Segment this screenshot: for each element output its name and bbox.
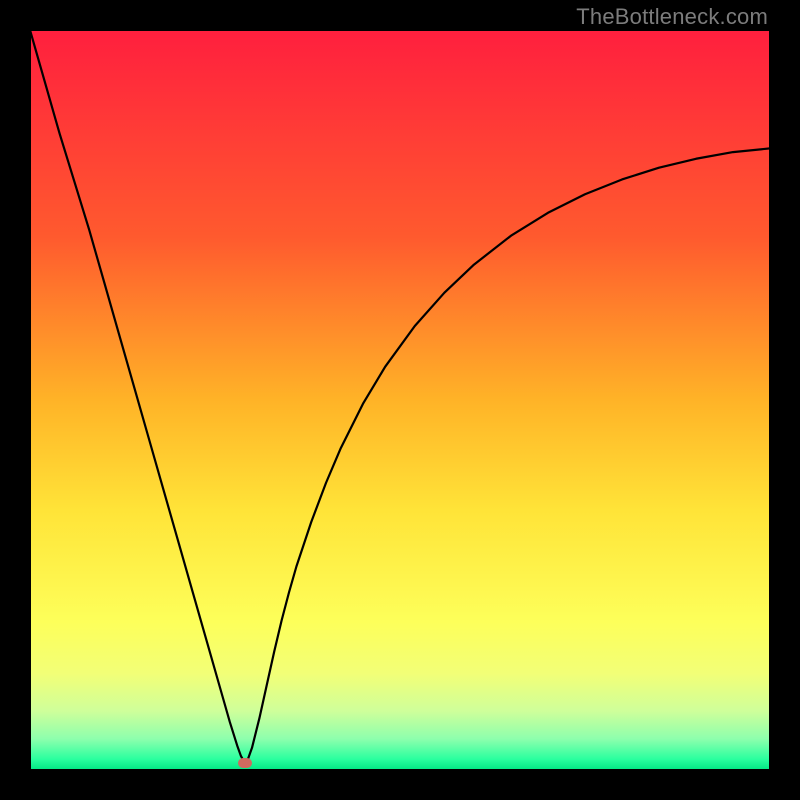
minimum-marker (238, 758, 252, 768)
plot-border-left (29, 30, 31, 770)
watermark-text: TheBottleneck.com (576, 4, 768, 30)
plot-border-bottom (30, 769, 770, 771)
plot-border-right (769, 30, 771, 770)
chart-frame: TheBottleneck.com (0, 0, 800, 800)
plot-gradient-area (30, 30, 770, 770)
